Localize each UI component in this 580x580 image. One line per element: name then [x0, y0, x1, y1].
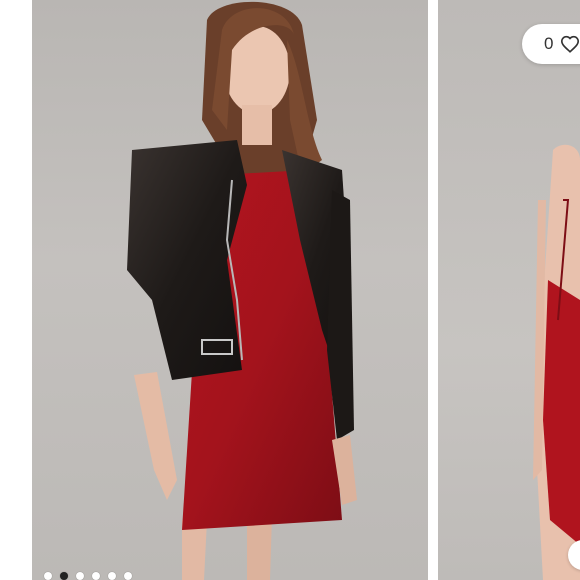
carousel-pagination: [44, 572, 132, 580]
pagination-dot[interactable]: [76, 572, 84, 580]
model-back-photo: [533, 144, 580, 580]
pagination-dot[interactable]: [124, 572, 132, 580]
heart-outline-icon: [560, 35, 580, 53]
pagination-dot[interactable]: [44, 572, 52, 580]
carousel-slide-next[interactable]: [438, 0, 580, 580]
like-button[interactable]: 0: [522, 24, 580, 64]
product-image-carousel: 0: [0, 0, 580, 580]
pagination-dot-active[interactable]: [60, 572, 68, 580]
pagination-dot[interactable]: [92, 572, 100, 580]
carousel-slide-main[interactable]: [32, 0, 428, 580]
pagination-dot[interactable]: [108, 572, 116, 580]
like-count: 0: [544, 34, 554, 53]
model-photo: [127, 1, 357, 580]
